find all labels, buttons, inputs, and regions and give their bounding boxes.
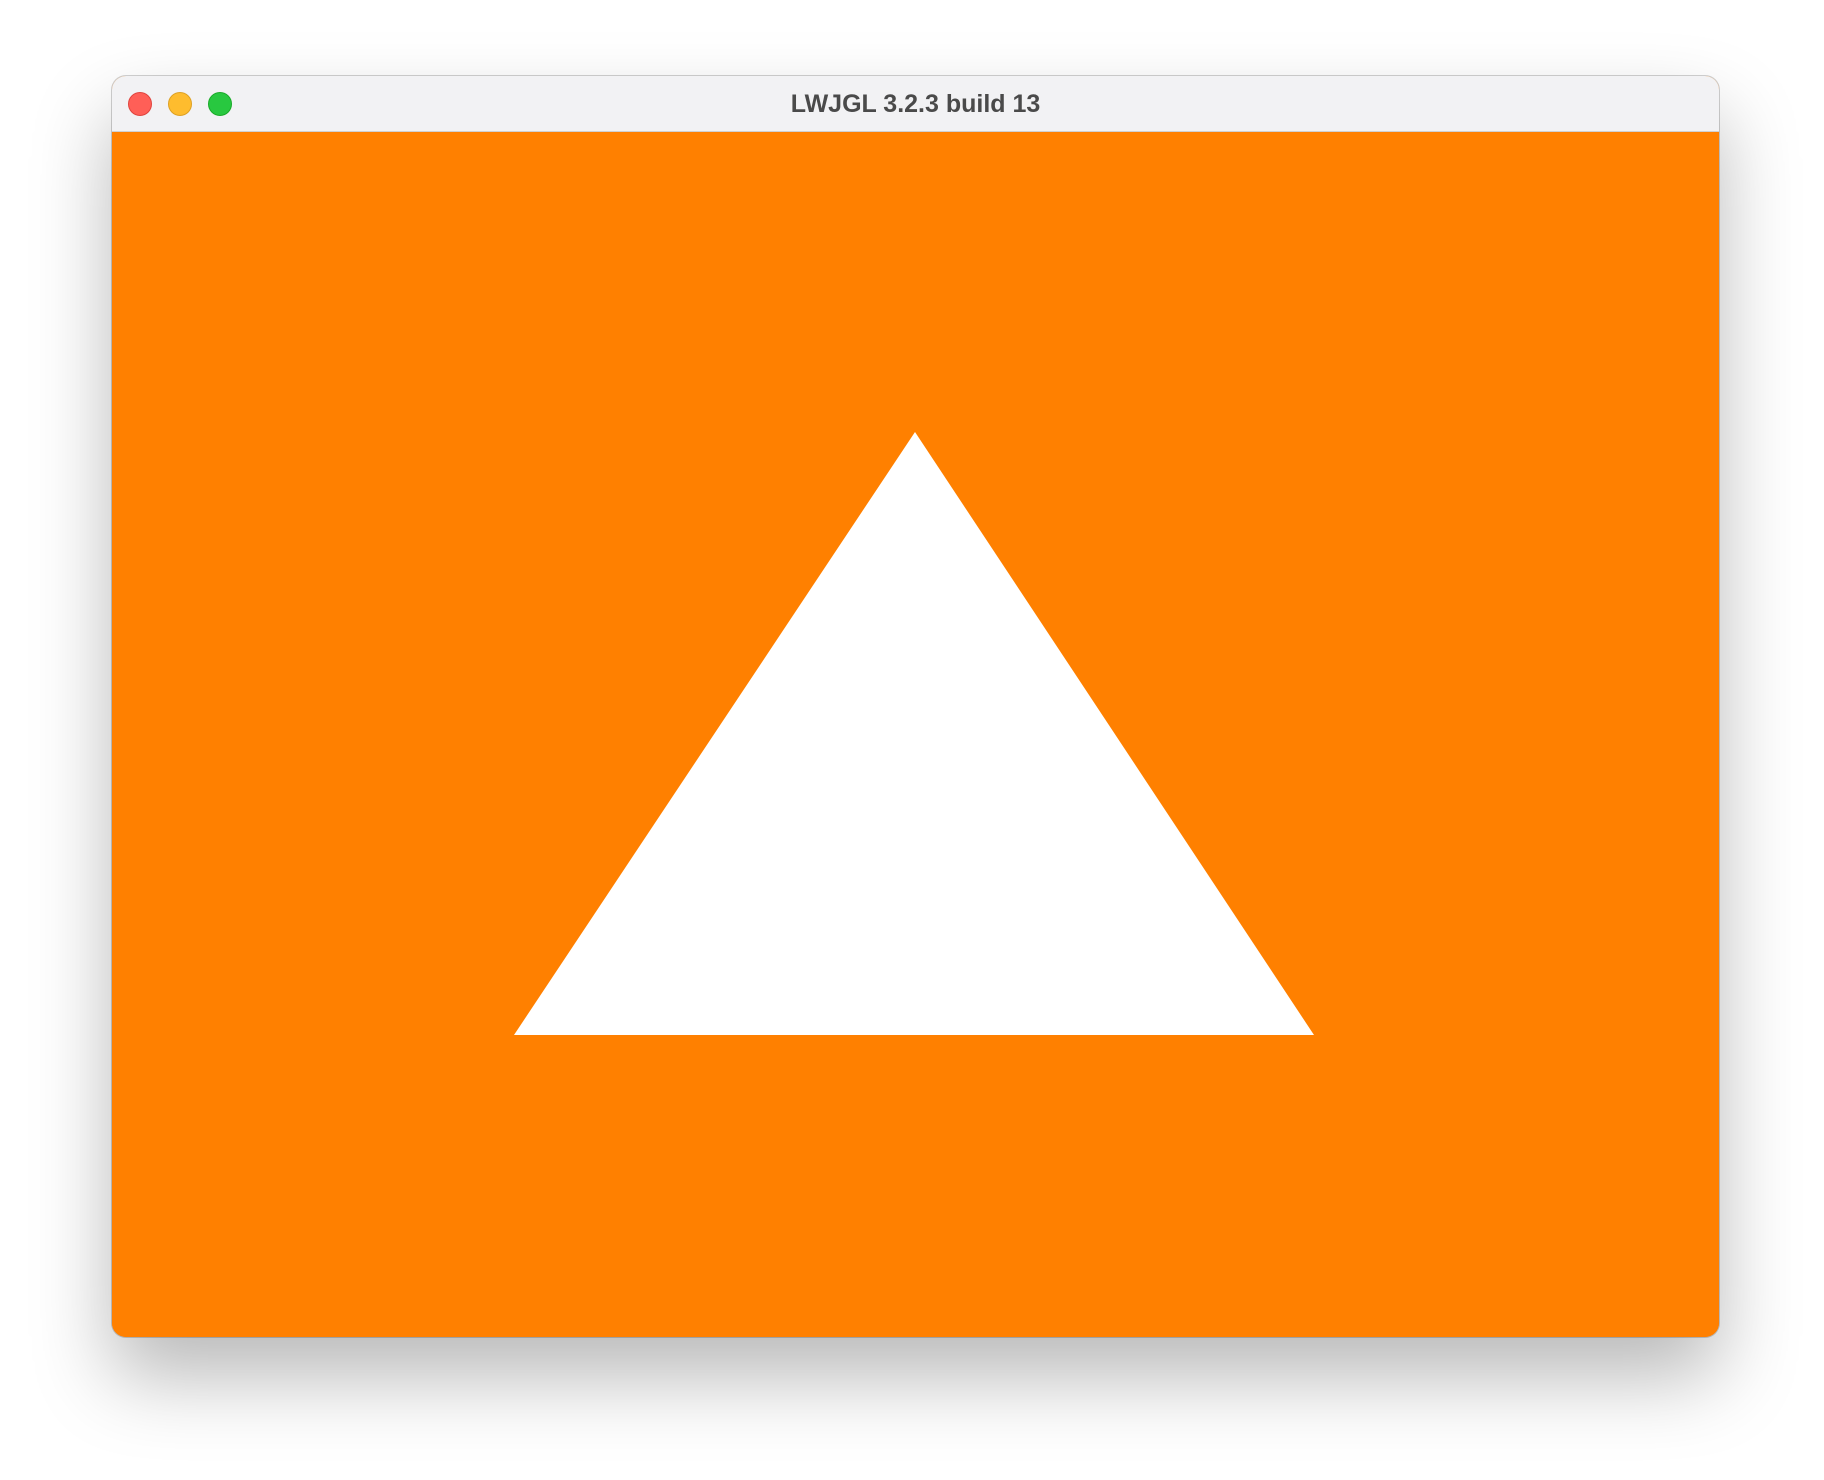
app-window: LWJGL 3.2.3 build 13 <box>112 76 1719 1337</box>
render-canvas[interactable] <box>112 132 1719 1337</box>
window-title: LWJGL 3.2.3 build 13 <box>790 90 1041 118</box>
render-surface <box>112 132 1719 1337</box>
title-bar[interactable]: LWJGL 3.2.3 build 13 <box>112 76 1719 132</box>
